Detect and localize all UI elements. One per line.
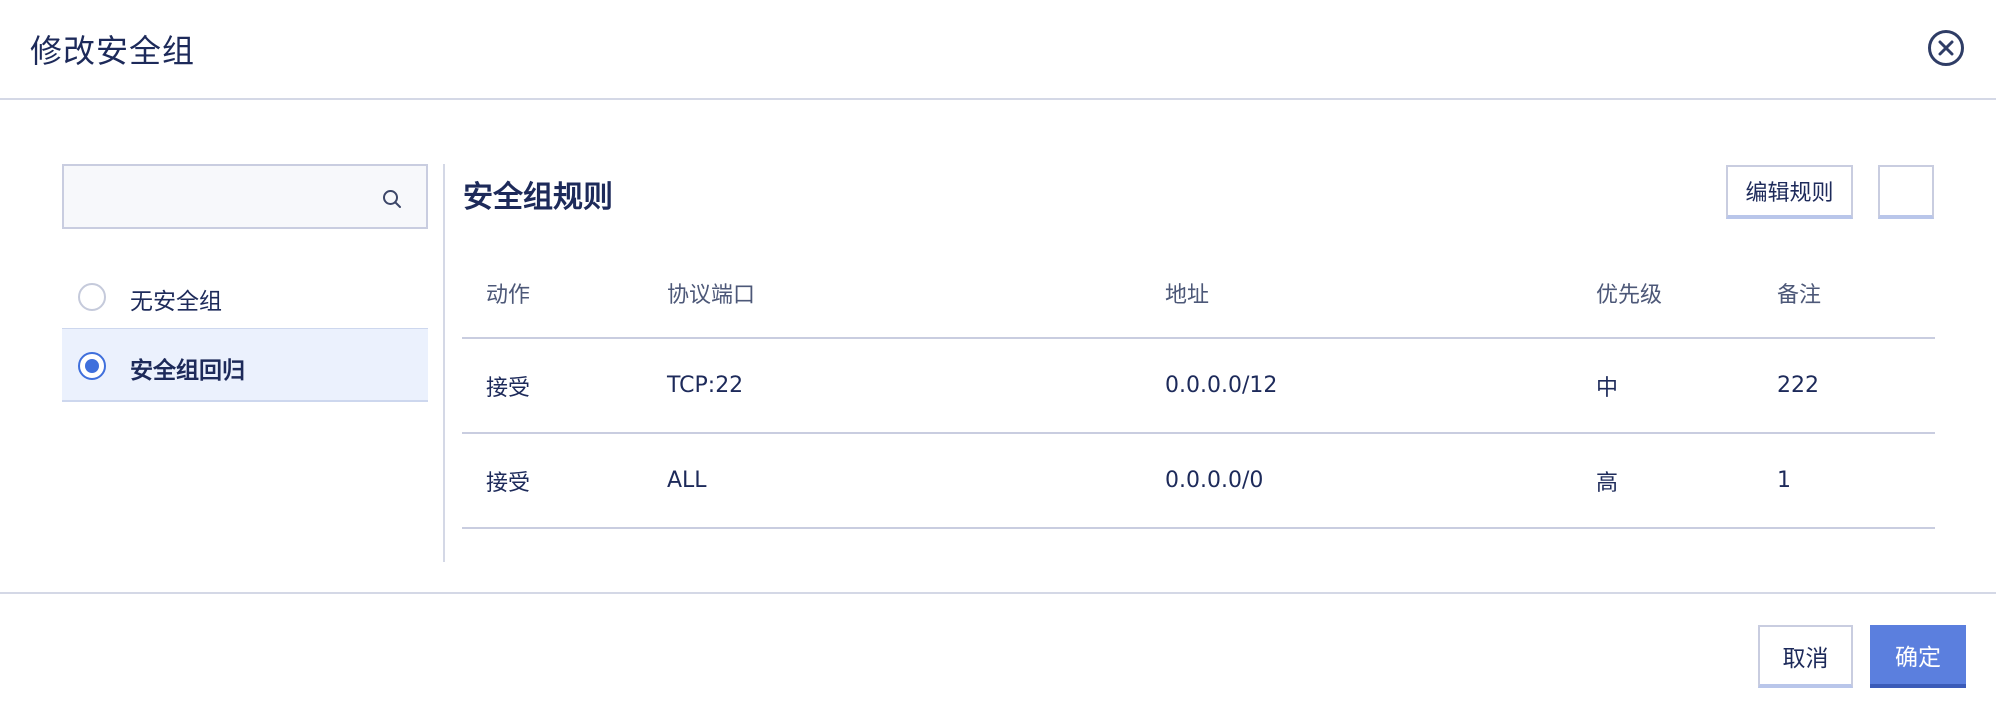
column-header-action: 动作 xyxy=(462,256,643,339)
close-button[interactable] xyxy=(1928,30,1964,66)
cell-note: 222 xyxy=(1753,338,1935,434)
cell-action: 接受 xyxy=(462,338,643,434)
search-icon[interactable] xyxy=(380,187,404,211)
blank-button[interactable] xyxy=(1878,165,1934,219)
cancel-button[interactable]: 取消 xyxy=(1758,625,1853,688)
cell-note: 1 xyxy=(1753,433,1935,529)
search-input[interactable] xyxy=(74,176,374,218)
dialog-title: 修改安全组 xyxy=(30,32,196,70)
table-header-row: 动作 协议端口 地址 优先级 备注 xyxy=(462,256,1935,339)
column-header-note: 备注 xyxy=(1753,256,1935,339)
column-header-address: 地址 xyxy=(1141,256,1572,339)
cell-protocol-port: ALL xyxy=(643,433,1141,529)
security-group-item-regression[interactable]: 安全组回归 xyxy=(62,328,428,402)
column-header-protocol-port: 协议端口 xyxy=(643,256,1141,339)
radio-button-selected[interactable] xyxy=(78,352,106,380)
rules-title: 安全组规则 xyxy=(463,180,613,215)
vertical-divider xyxy=(443,164,445,562)
close-icon xyxy=(1938,40,1954,56)
dialog-header: 修改安全组 xyxy=(0,0,1996,100)
security-group-label: 安全组回归 xyxy=(130,358,245,384)
search-box xyxy=(62,164,428,229)
table-row: 接受 TCP:22 0.0.0.0/12 中 222 xyxy=(462,338,1935,434)
modify-security-group-dialog: 修改安全组 无安全组 安全组回归 安全组规则 编辑规则 动作 协议端口 地址 优… xyxy=(0,0,1996,714)
security-group-item-none[interactable]: 无安全组 xyxy=(62,260,428,334)
column-header-priority: 优先级 xyxy=(1572,256,1753,339)
cell-address: 0.0.0.0/0 xyxy=(1141,433,1572,529)
cell-address: 0.0.0.0/12 xyxy=(1141,338,1572,434)
edit-rules-button[interactable]: 编辑规则 xyxy=(1726,165,1853,219)
table-row: 接受 ALL 0.0.0.0/0 高 1 xyxy=(462,433,1935,529)
rules-table: 动作 协议端口 地址 优先级 备注 接受 TCP:22 0.0.0.0/12 中… xyxy=(462,256,1935,529)
cell-priority: 中 xyxy=(1572,338,1753,434)
cell-protocol-port: TCP:22 xyxy=(643,338,1141,434)
security-group-list-panel: 无安全组 安全组回归 xyxy=(62,164,428,562)
footer-divider xyxy=(0,592,1996,594)
security-group-label: 无安全组 xyxy=(130,289,222,315)
cell-priority: 高 xyxy=(1572,433,1753,529)
confirm-button[interactable]: 确定 xyxy=(1870,625,1966,688)
cell-action: 接受 xyxy=(462,433,643,529)
radio-button[interactable] xyxy=(78,283,106,311)
